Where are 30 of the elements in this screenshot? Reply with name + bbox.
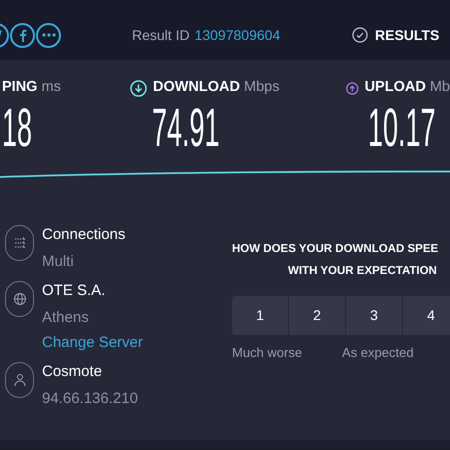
- rating-button[interactable]: 4: [403, 296, 450, 335]
- rating-button[interactable]: 1: [232, 296, 288, 335]
- facebook-icon[interactable]: [10, 22, 35, 48]
- change-server-link[interactable]: Change Server: [42, 333, 143, 353]
- check-circle-icon: [352, 27, 368, 43]
- info-subtitle: 94.66.136.210: [42, 389, 138, 409]
- survey-question: WITH YOUR EXPECTATION: [288, 264, 437, 279]
- results-button[interactable]: RESULTS: [352, 24, 440, 46]
- metric-value: 10.17: [368, 98, 436, 158]
- survey-question: HOW DOES YOUR DOWNLOAD SPEE: [232, 242, 438, 257]
- result-id[interactable]: 13097809604: [194, 24, 280, 46]
- globe-badge-icon: [5, 281, 34, 317]
- info-subtitle: Multi: [42, 252, 75, 272]
- info-title: Cosmote: [42, 362, 104, 382]
- scale-label: Much worse: [232, 344, 304, 362]
- info-subtitle: Athens: [42, 308, 90, 328]
- arrows-badge-icon: [5, 225, 34, 261]
- metric-label: UPLOAD Mb: [364, 78, 450, 98]
- person-badge-icon: [5, 362, 34, 398]
- metric-label: PING ms: [2, 78, 61, 98]
- rating-button[interactable]: 2: [289, 296, 345, 335]
- rating-button[interactable]: 3: [346, 296, 402, 335]
- more-icon[interactable]: [36, 22, 61, 48]
- info-title: Connections: [42, 225, 126, 245]
- scale-label: As expected: [342, 344, 415, 362]
- metric-label: DOWNLOAD Mbps: [153, 78, 280, 98]
- metric-value: 74.91: [152, 98, 220, 158]
- metric-value: 18: [2, 98, 32, 158]
- info-title: OTE S.A.: [42, 281, 106, 301]
- result-id-label: Result ID: [132, 26, 190, 44]
